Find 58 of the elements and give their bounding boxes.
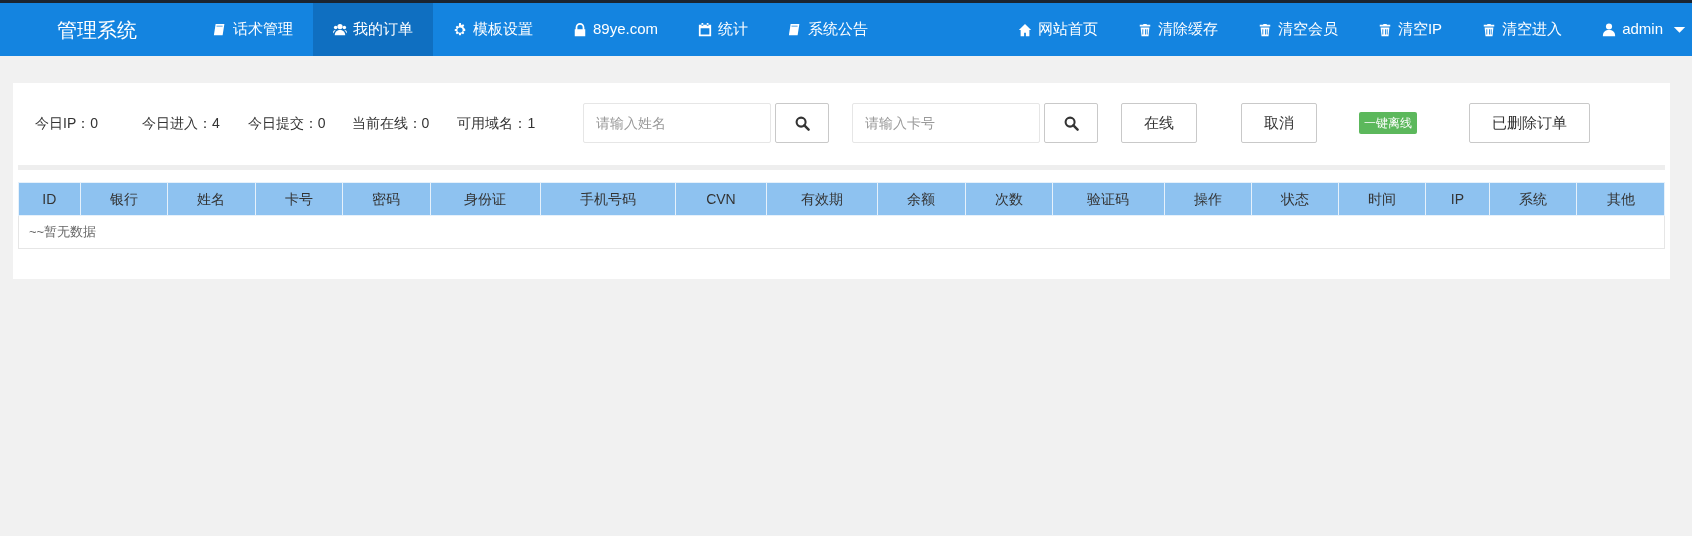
users-icon [333, 22, 347, 37]
action-button[interactable]: 已删除订单 [1469, 103, 1591, 143]
column-header: ID [18, 182, 81, 216]
column-header: 次数 [965, 182, 1053, 216]
lock-icon [573, 22, 587, 37]
trash-icon [1482, 22, 1497, 37]
nav-tab[interactable]: 模板设置 [433, 3, 553, 56]
search-button[interactable] [775, 103, 830, 143]
column-header: 身份证 [430, 182, 541, 216]
column-header: 姓名 [167, 182, 256, 216]
trash-icon [1257, 22, 1272, 37]
stat-label: 今日提交：0 [247, 113, 326, 133]
column-header: 手机号码 [540, 182, 676, 216]
nav-link[interactable]: 清空进入 [1462, 3, 1583, 56]
search-field[interactable]: 请输入姓名 [583, 103, 772, 143]
search-icon [794, 115, 810, 131]
stat-label: 今日IP：0 [35, 113, 98, 133]
nav-link[interactable]: 清空IP [1357, 3, 1463, 56]
nav-link[interactable]: 清空会员 [1237, 3, 1358, 56]
action-button[interactable]: 在线 [1121, 103, 1198, 143]
user-menu[interactable]: admin [1582, 3, 1692, 56]
home-icon [1017, 22, 1032, 37]
gear-icon [453, 22, 467, 37]
column-header: 状态 [1251, 182, 1338, 216]
brand-title: 管理系统 [55, 17, 138, 43]
stat-label: 可用域名：1 [457, 113, 536, 133]
nav-link[interactable]: 网站首页 [997, 3, 1118, 56]
empty-message: ~~暂无数据 [29, 224, 97, 240]
trash-icon [1377, 22, 1392, 37]
nav-tab[interactable]: 我的订单 [313, 3, 433, 56]
nav-tab[interactable]: 统计 [678, 3, 769, 56]
column-header: 时间 [1338, 182, 1426, 216]
nav-tab[interactable]: 89ye.com [553, 3, 679, 56]
column-header: 系统 [1489, 182, 1577, 216]
search-icon [1063, 115, 1079, 131]
calendar-icon [698, 22, 713, 37]
column-header: 有效期 [766, 182, 878, 216]
stat-label: 今日进入：4 [142, 113, 220, 133]
trash-icon [1137, 22, 1152, 37]
column-header: 密码 [342, 182, 431, 216]
action-button[interactable]: 取消 [1241, 103, 1318, 143]
column-header: IP [1425, 182, 1490, 216]
stat-label: 当前在线：0 [351, 113, 430, 133]
column-header: 操作 [1164, 182, 1252, 216]
search-field[interactable]: 请输入卡号 [852, 103, 1041, 143]
offline-badge[interactable]: 一键离线 [1359, 112, 1418, 134]
column-header: 其他 [1576, 182, 1665, 216]
column-header: CVN [675, 182, 767, 216]
column-header: 余额 [877, 182, 966, 216]
column-header: 验证码 [1052, 182, 1164, 216]
column-header: 卡号 [255, 182, 343, 216]
book-icon [213, 22, 227, 37]
column-header: 银行 [80, 182, 168, 216]
user-icon [1602, 22, 1617, 37]
nav-link[interactable]: 清除缓存 [1117, 3, 1238, 56]
nav-tab[interactable]: 系统公告 [768, 3, 889, 56]
nav-tab[interactable]: 话术管理 [193, 3, 313, 56]
search-button[interactable] [1044, 103, 1099, 143]
